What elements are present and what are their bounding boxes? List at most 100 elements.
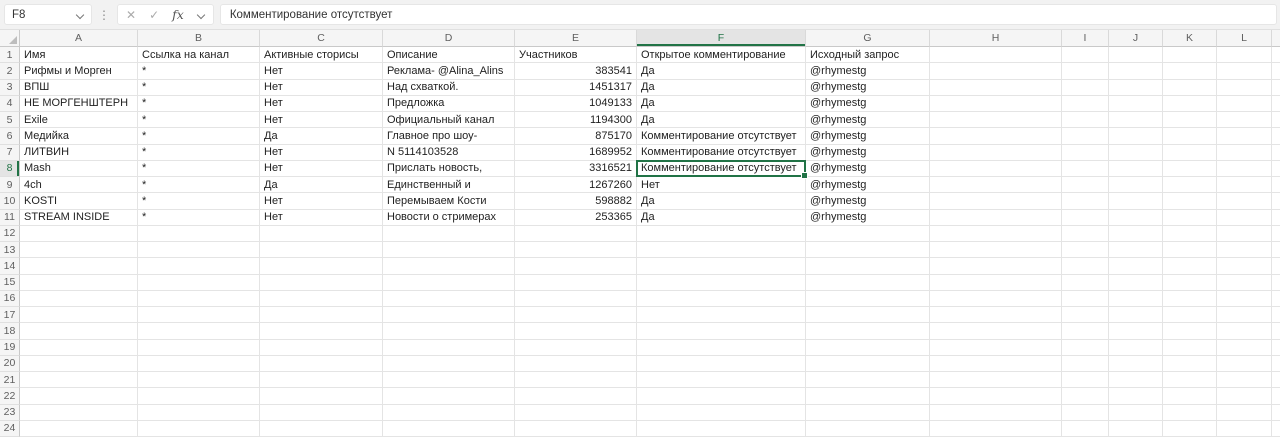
cell-J9[interactable] (1109, 177, 1163, 194)
cell-D17[interactable] (383, 307, 515, 324)
cell-B17[interactable] (138, 307, 260, 324)
cell-E8[interactable]: 3316521 (515, 160, 637, 177)
cell-A18[interactable] (20, 323, 138, 340)
cell-I24[interactable] (1062, 420, 1109, 437)
cell-C9[interactable]: Да (260, 177, 383, 194)
cell-H22[interactable] (930, 388, 1062, 405)
cell-L18[interactable] (1217, 323, 1272, 340)
cell-D15[interactable] (383, 274, 515, 291)
column-header-partial[interactable] (1272, 30, 1280, 47)
cell-A6[interactable]: Медийка (20, 128, 138, 145)
cell-L23[interactable] (1217, 404, 1272, 421)
row-header-12[interactable]: 12 (0, 225, 20, 242)
cell-partial-21[interactable] (1272, 372, 1280, 389)
cell-C10[interactable]: Нет (260, 193, 383, 210)
row-header-2[interactable]: 2 (0, 63, 20, 80)
cell-partial-6[interactable] (1272, 128, 1280, 145)
cell-C3[interactable]: Нет (260, 79, 383, 96)
column-header-F[interactable]: F (637, 30, 806, 47)
cell-G21[interactable] (806, 372, 930, 389)
cell-L22[interactable] (1217, 388, 1272, 405)
cell-E17[interactable] (515, 307, 637, 324)
cell-A1[interactable]: Имя (20, 47, 138, 64)
cell-B6[interactable]: * (138, 128, 260, 145)
cell-partial-23[interactable] (1272, 405, 1280, 421)
cell-I10[interactable] (1062, 193, 1109, 210)
cell-A14[interactable] (20, 258, 138, 275)
cell-E14[interactable] (515, 258, 637, 275)
column-header-H[interactable]: H (930, 30, 1062, 47)
cell-A2[interactable]: Рифмы и Морген (20, 63, 138, 80)
cell-E1[interactable]: Участников (515, 47, 637, 64)
cell-E2[interactable]: 383541 (515, 63, 637, 80)
cell-A5[interactable]: Exile (20, 112, 138, 129)
cell-H18[interactable] (930, 323, 1062, 340)
grip-icon[interactable]: ⋮ (98, 9, 110, 21)
cell-C20[interactable] (260, 355, 383, 372)
cell-D3[interactable]: Над схваткой. (383, 79, 515, 96)
cell-L12[interactable] (1217, 225, 1272, 242)
column-header-L[interactable]: L (1217, 30, 1272, 47)
cell-K18[interactable] (1163, 323, 1217, 340)
row-header-10[interactable]: 10 (0, 193, 20, 210)
cell-H3[interactable] (930, 79, 1062, 96)
cell-D1[interactable]: Описание (383, 47, 515, 64)
cell-F14[interactable] (637, 258, 806, 275)
cell-C1[interactable]: Активные сторисы (260, 47, 383, 64)
cell-F8[interactable]: Комментирование отсутствует (637, 160, 806, 177)
cell-K9[interactable] (1163, 177, 1217, 194)
cell-partial-11[interactable] (1272, 210, 1280, 226)
cell-G23[interactable] (806, 404, 930, 421)
cell-J21[interactable] (1109, 372, 1163, 389)
cell-I5[interactable] (1062, 112, 1109, 129)
cell-K11[interactable] (1163, 209, 1217, 226)
cell-B3[interactable]: * (138, 79, 260, 96)
row-header-15[interactable]: 15 (0, 274, 20, 291)
cell-partial-5[interactable] (1272, 112, 1280, 129)
column-header-K[interactable]: K (1163, 30, 1217, 47)
cell-F1[interactable]: Открытое комментирование (637, 47, 806, 64)
row-header-1[interactable]: 1 (0, 47, 20, 64)
cell-E3[interactable]: 1451317 (515, 79, 637, 96)
cell-L4[interactable] (1217, 95, 1272, 112)
cell-L19[interactable] (1217, 339, 1272, 356)
cell-C16[interactable] (260, 290, 383, 307)
cell-L11[interactable] (1217, 209, 1272, 226)
row-header-16[interactable]: 16 (0, 290, 20, 307)
cell-I16[interactable] (1062, 290, 1109, 307)
cell-G17[interactable] (806, 307, 930, 324)
cell-G4[interactable]: @rhymestg (806, 95, 930, 112)
cell-F12[interactable] (637, 225, 806, 242)
cell-C8[interactable]: Нет (260, 160, 383, 177)
cell-G6[interactable]: @rhymestg (806, 128, 930, 145)
cell-E16[interactable] (515, 290, 637, 307)
cell-F11[interactable]: Да (637, 209, 806, 226)
cell-A7[interactable]: ЛИТВИН (20, 144, 138, 161)
name-box[interactable]: F8 (4, 4, 92, 25)
cell-B7[interactable]: * (138, 144, 260, 161)
cell-G7[interactable]: @rhymestg (806, 144, 930, 161)
cell-J22[interactable] (1109, 388, 1163, 405)
cell-G9[interactable]: @rhymestg (806, 177, 930, 194)
cell-K19[interactable] (1163, 339, 1217, 356)
cell-J17[interactable] (1109, 307, 1163, 324)
cell-L2[interactable] (1217, 63, 1272, 80)
cell-H24[interactable] (930, 420, 1062, 437)
row-header-11[interactable]: 11 (0, 209, 20, 226)
cell-E11[interactable]: 253365 (515, 209, 637, 226)
cell-K20[interactable] (1163, 355, 1217, 372)
cell-partial-10[interactable] (1272, 193, 1280, 210)
cell-I17[interactable] (1062, 307, 1109, 324)
chevron-down-icon[interactable] (76, 11, 84, 19)
cell-A4[interactable]: НЕ МОРГЕНШТЕРН (20, 95, 138, 112)
cell-J19[interactable] (1109, 339, 1163, 356)
cell-G10[interactable]: @rhymestg (806, 193, 930, 210)
cell-H17[interactable] (930, 307, 1062, 324)
cell-E9[interactable]: 1267260 (515, 177, 637, 194)
cell-E10[interactable]: 598882 (515, 193, 637, 210)
cell-I23[interactable] (1062, 404, 1109, 421)
cell-K8[interactable] (1163, 160, 1217, 177)
cell-I21[interactable] (1062, 372, 1109, 389)
cell-A8[interactable]: Mash (20, 160, 138, 177)
cell-B8[interactable]: * (138, 160, 260, 177)
